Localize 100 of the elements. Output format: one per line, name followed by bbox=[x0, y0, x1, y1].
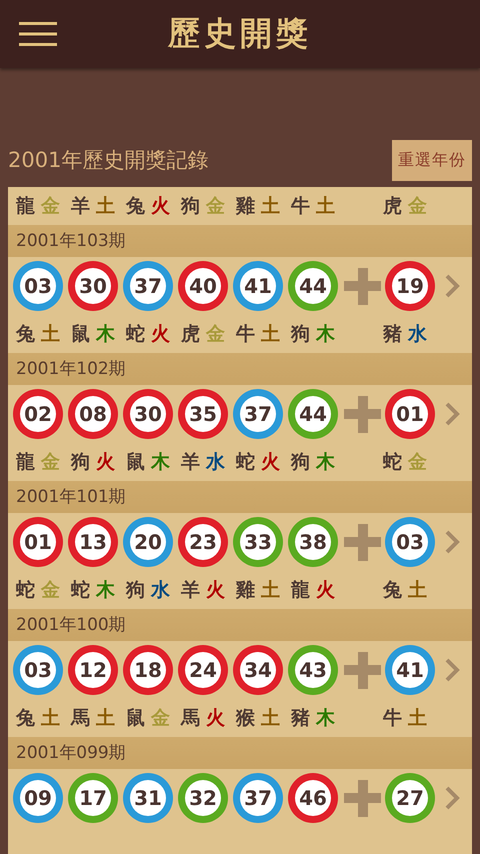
zodiac-animal: 馬 bbox=[181, 706, 200, 731]
menu-button[interactable] bbox=[19, 22, 57, 46]
zodiac-element: 金 bbox=[41, 450, 60, 475]
zodiac-element: 金 bbox=[206, 322, 225, 347]
lottery-ball: 12 bbox=[68, 645, 118, 695]
chevron-icon bbox=[444, 785, 460, 811]
zodiac-animal: 兔 bbox=[16, 322, 35, 347]
zodiac-animal: 龍 bbox=[16, 450, 35, 475]
zodiac-animal: 羊 bbox=[181, 450, 200, 475]
zodiac-animal: 狗 bbox=[181, 194, 200, 219]
zodiac-element: 火 bbox=[96, 450, 115, 475]
zodiac-element: 金 bbox=[41, 578, 60, 603]
lottery-ball: 41 bbox=[385, 645, 435, 695]
zodiac-animal: 龍 bbox=[291, 578, 310, 603]
zodiac-element: 土 bbox=[261, 322, 280, 347]
zodiac-animal: 豬 bbox=[291, 706, 310, 731]
lottery-ball: 02 bbox=[13, 389, 63, 439]
lottery-ball: 38 bbox=[288, 517, 338, 567]
lottery-ball: 34 bbox=[233, 645, 283, 695]
lottery-ball: 46 bbox=[288, 773, 338, 823]
zodiac-animal: 羊 bbox=[71, 194, 90, 219]
zodiac-animal: 豬 bbox=[383, 322, 402, 347]
chevron-icon bbox=[444, 657, 460, 683]
zodiac-element: 土 bbox=[261, 578, 280, 603]
zodiac-animal: 兔 bbox=[383, 578, 402, 603]
lottery-ball: 18 bbox=[123, 645, 173, 695]
zodiac-animal: 鼠 bbox=[71, 322, 90, 347]
lottery-ball: 44 bbox=[288, 389, 338, 439]
draw-row[interactable]: 02 08 30 35 37 44 01 bbox=[8, 385, 472, 443]
zodiac-animal: 牛 bbox=[291, 194, 310, 219]
lottery-ball: 44 bbox=[288, 261, 338, 311]
zodiac-element: 火 bbox=[316, 578, 335, 603]
zodiac-element: 土 bbox=[408, 578, 427, 603]
zodiac-element: 水 bbox=[408, 322, 427, 347]
zodiac-animal: 蛇 bbox=[16, 578, 35, 603]
zodiac-animal: 狗 bbox=[71, 450, 90, 475]
zodiac-animal: 狗 bbox=[291, 322, 310, 347]
lottery-ball: 37 bbox=[123, 261, 173, 311]
lottery-ball: 35 bbox=[178, 389, 228, 439]
zodiac-animal: 牛 bbox=[236, 322, 255, 347]
draw-row[interactable]: 03 12 18 24 34 43 41 bbox=[8, 641, 472, 699]
zodiac-element: 金 bbox=[151, 706, 170, 731]
lottery-ball: 01 bbox=[385, 389, 435, 439]
zodiac-element: 木 bbox=[96, 578, 115, 603]
zodiac-element: 金 bbox=[206, 194, 225, 219]
draw-row[interactable]: 01 13 20 23 33 38 03 bbox=[8, 513, 472, 571]
zodiac-element: 土 bbox=[41, 322, 60, 347]
zodiac-element: 土 bbox=[408, 706, 427, 731]
reselect-year-button[interactable]: 重選年份 bbox=[392, 140, 472, 180]
zodiac-animal: 蛇 bbox=[71, 578, 90, 603]
zodiac-animal: 蛇 bbox=[236, 450, 255, 475]
zodiac-animal: 虎 bbox=[181, 322, 200, 347]
draw-row[interactable]: 09 17 31 32 37 46 27 bbox=[8, 769, 472, 827]
lottery-ball: 37 bbox=[233, 389, 283, 439]
lottery-ball: 19 bbox=[385, 261, 435, 311]
zodiac-animal: 兔 bbox=[16, 706, 35, 731]
lottery-ball: 41 bbox=[233, 261, 283, 311]
app-title: 歷史開獎 bbox=[168, 13, 313, 54]
zodiac-animal: 蛇 bbox=[383, 450, 402, 475]
lottery-ball: 30 bbox=[68, 261, 118, 311]
lottery-ball: 27 bbox=[385, 773, 435, 823]
zodiac-animal: 兔 bbox=[126, 194, 145, 219]
lottery-ball: 01 bbox=[13, 517, 63, 567]
period-header: 2001年101期 bbox=[8, 481, 472, 513]
zodiac-element: 金 bbox=[408, 450, 427, 475]
zodiac-animal: 雞 bbox=[236, 578, 255, 603]
chevron-icon bbox=[444, 273, 460, 299]
zodiac-element: 金 bbox=[41, 194, 60, 219]
zodiac-element: 火 bbox=[206, 706, 225, 731]
zodiac-element: 土 bbox=[96, 194, 115, 219]
lottery-ball: 08 bbox=[68, 389, 118, 439]
zodiac-element: 木 bbox=[316, 450, 335, 475]
zodiac-animal: 鼠 bbox=[126, 706, 145, 731]
lottery-ball: 32 bbox=[178, 773, 228, 823]
zodiac-element: 土 bbox=[261, 706, 280, 731]
lottery-ball: 09 bbox=[13, 773, 63, 823]
zodiac-animal: 馬 bbox=[71, 706, 90, 731]
zodiac-element: 木 bbox=[96, 322, 115, 347]
zodiac-animal: 狗 bbox=[291, 450, 310, 475]
zodiac-element: 木 bbox=[316, 322, 335, 347]
chevron-icon bbox=[444, 401, 460, 427]
lottery-ball: 37 bbox=[233, 773, 283, 823]
zodiac-element: 土 bbox=[316, 194, 335, 219]
lottery-ball: 03 bbox=[13, 645, 63, 695]
chevron-icon bbox=[444, 529, 460, 555]
lottery-ball: 30 bbox=[123, 389, 173, 439]
lottery-ball: 17 bbox=[68, 773, 118, 823]
zodiac-animal: 羊 bbox=[181, 578, 200, 603]
lottery-ball: 13 bbox=[68, 517, 118, 567]
zodiac-element: 木 bbox=[316, 706, 335, 731]
zodiac-element: 水 bbox=[206, 450, 225, 475]
draw-row[interactable]: 03 30 37 40 41 44 19 bbox=[8, 257, 472, 315]
zodiac-animal: 龍 bbox=[16, 194, 35, 219]
zodiac-element: 土 bbox=[261, 194, 280, 219]
lottery-ball: 03 bbox=[13, 261, 63, 311]
zodiac-element: 火 bbox=[151, 322, 170, 347]
zodiac-animal: 狗 bbox=[126, 578, 145, 603]
lottery-ball: 31 bbox=[123, 773, 173, 823]
lottery-ball: 23 bbox=[178, 517, 228, 567]
lottery-ball: 20 bbox=[123, 517, 173, 567]
